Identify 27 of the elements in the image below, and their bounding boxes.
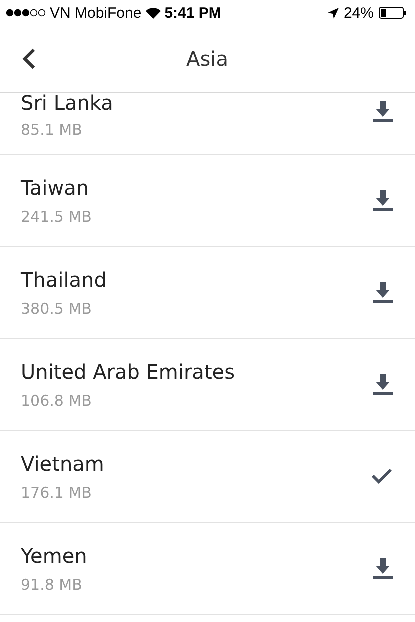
download-icon[interactable] xyxy=(373,558,393,580)
download-size: 380.5 MB xyxy=(21,300,93,318)
region-name: Thailand xyxy=(21,268,108,292)
download-size: 176.1 MB xyxy=(21,484,93,502)
download-icon[interactable] xyxy=(373,374,393,396)
region-name: United Arab Emirates xyxy=(21,360,236,384)
battery-percent: 24% xyxy=(344,4,374,22)
location-arrow-icon xyxy=(328,8,339,18)
region-name: Taiwan xyxy=(21,176,90,200)
download-size: 106.8 MB xyxy=(21,392,93,410)
back-chevron-icon xyxy=(22,48,36,70)
region-name: Yemen xyxy=(21,544,88,568)
wifi-icon xyxy=(146,7,161,19)
screen-title: Asia xyxy=(186,47,228,71)
checkmark-icon[interactable] xyxy=(371,468,393,485)
download-size: 85.1 MB xyxy=(21,121,84,139)
download-size: 91.8 MB xyxy=(21,576,84,594)
download-icon[interactable] xyxy=(373,282,393,304)
region-name: Sri Lanka xyxy=(21,91,114,115)
carrier-name: VN MobiFone xyxy=(50,4,142,22)
battery-icon xyxy=(379,7,407,19)
signal-icon xyxy=(6,8,46,18)
download-icon[interactable] xyxy=(373,190,393,212)
region-name: Vietnam xyxy=(21,452,106,476)
download-icon[interactable] xyxy=(373,101,393,123)
clock-time: 5:41 PM xyxy=(164,4,222,22)
download-size: 241.5 MB xyxy=(21,208,93,226)
